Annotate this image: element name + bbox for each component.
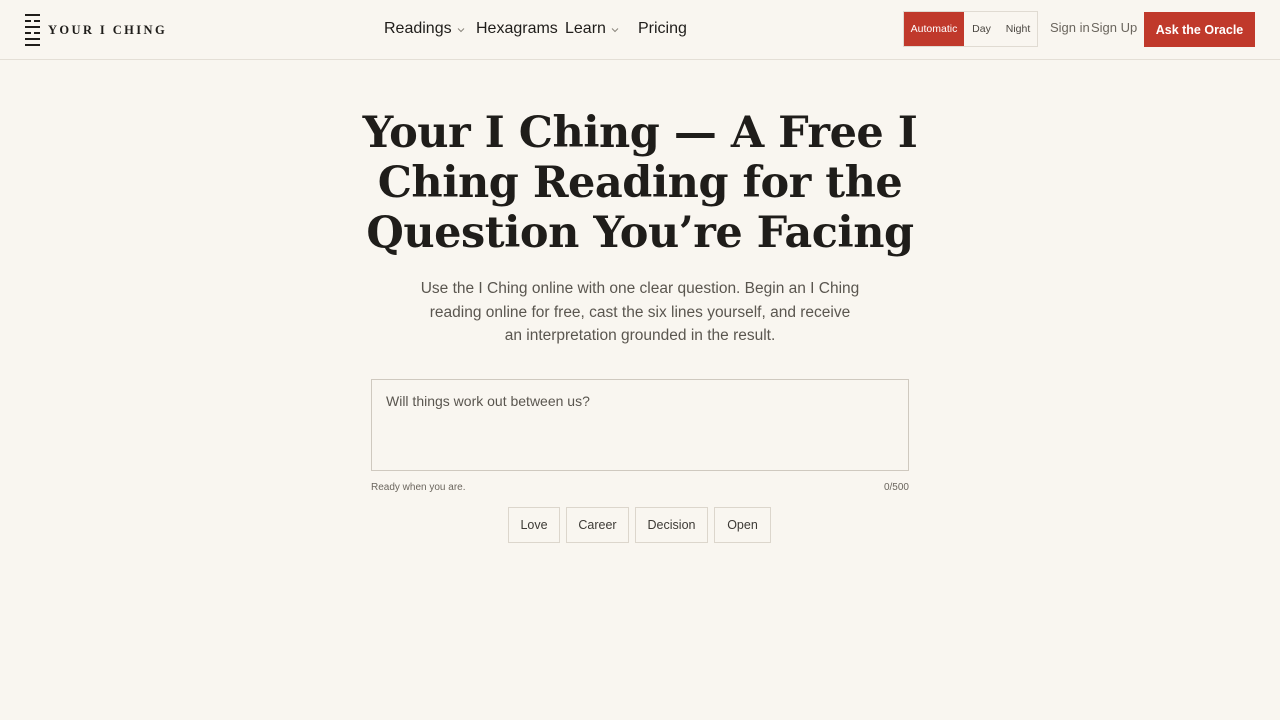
topic-chip-love[interactable]: Love bbox=[508, 507, 560, 543]
page-title: Your I Ching — A Free I Ching Reading fo… bbox=[362, 108, 918, 258]
topic-chip-decision[interactable]: Decision bbox=[635, 507, 708, 543]
topic-chip-open[interactable]: Open bbox=[714, 507, 771, 543]
nav-item-hexagrams[interactable]: Hexagrams bbox=[476, 20, 558, 38]
sign-in-link[interactable]: Sign in bbox=[1050, 20, 1090, 35]
top-navigation-bar: YOUR I CHING Readings Hexagrams Learn Pr… bbox=[0, 0, 1280, 60]
nav-item-label: Hexagrams bbox=[476, 20, 558, 37]
sign-up-link[interactable]: Sign Up bbox=[1091, 20, 1137, 35]
nav-item-label: Readings bbox=[384, 20, 452, 37]
input-status-text: Ready when you are. bbox=[371, 482, 466, 493]
chevron-down-icon bbox=[457, 27, 464, 32]
brand-name: YOUR I CHING bbox=[48, 22, 168, 37]
question-input[interactable] bbox=[371, 379, 909, 471]
theme-option-night[interactable]: Night bbox=[999, 12, 1037, 46]
chevron-down-icon bbox=[611, 27, 619, 32]
nav-item-learn[interactable]: Learn bbox=[565, 20, 619, 38]
brand-logo[interactable]: YOUR I CHING bbox=[25, 13, 167, 47]
hexagram-icon bbox=[25, 13, 41, 47]
character-counter: 0/500 bbox=[883, 482, 909, 493]
nav-item-readings[interactable]: Readings bbox=[384, 20, 465, 38]
ask-the-oracle-button[interactable]: Ask the Oracle bbox=[1144, 12, 1255, 47]
topic-chip-group: Love Career Decision Open bbox=[508, 507, 771, 543]
topic-chip-career[interactable]: Career bbox=[566, 507, 629, 543]
nav-item-label: Learn bbox=[565, 20, 606, 37]
nav-item-label: Pricing bbox=[638, 20, 687, 37]
theme-option-automatic[interactable]: Automatic bbox=[904, 12, 964, 46]
theme-mode-toggle: Automatic Day Night bbox=[903, 11, 1038, 47]
nav-item-pricing[interactable]: Pricing bbox=[638, 20, 687, 38]
theme-option-day[interactable]: Day bbox=[964, 12, 999, 46]
page-subtitle: Use the I Ching online with one clear qu… bbox=[420, 280, 860, 344]
